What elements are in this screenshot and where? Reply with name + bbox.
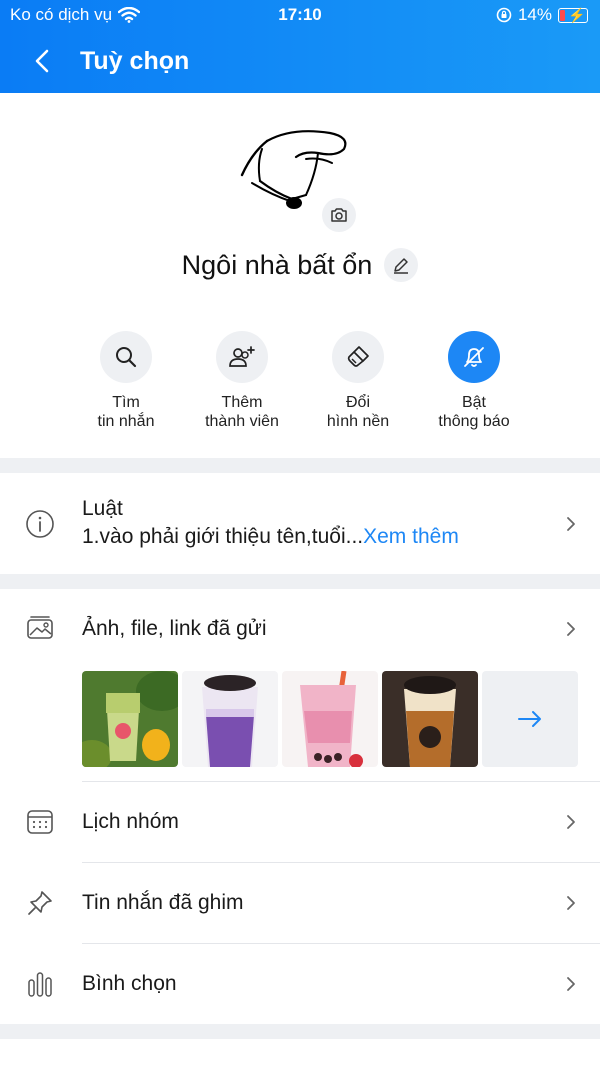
- action-add-member[interactable]: Thêm thành viên: [184, 331, 300, 431]
- taro-tea-image: [182, 671, 278, 767]
- brown-sugar-tea-image: [382, 671, 478, 767]
- media-thumbnails: [82, 671, 578, 767]
- chevron-right-icon: [567, 815, 575, 829]
- green-tea-image: [82, 671, 178, 767]
- more-media-button[interactable]: [482, 671, 578, 767]
- info-icon: [26, 510, 54, 538]
- paint-icon: [347, 346, 369, 367]
- pinned-label: Tin nhắn đã ghim: [82, 891, 244, 914]
- poll-label: Bình chọn: [82, 972, 177, 995]
- chevron-right-icon: [567, 977, 575, 991]
- action-notifications[interactable]: Bật thông báo: [416, 331, 532, 431]
- change-avatar-button[interactable]: [322, 198, 356, 232]
- bell-off-icon: [464, 347, 484, 367]
- header-bar: Ko có dịch vụ 17:10 14% ⚡ Tuỳ chọn: [0, 0, 600, 93]
- chevron-right-icon[interactable]: [564, 619, 578, 639]
- action-change-wallpaper[interactable]: Đổi hình nền: [300, 331, 416, 431]
- group-profile: Ngôi nhà bất ổn Tìm tin nhắn Thêm thành …: [0, 93, 600, 458]
- media-thumbnail[interactable]: [282, 671, 378, 767]
- next-section-row: [0, 1039, 600, 1067]
- chevron-right-icon: [567, 517, 575, 531]
- rules-row[interactable]: Luật 1.vào phải giới thiệu tên,tuổi...Xe…: [0, 473, 600, 574]
- strawberry-tea-image: [282, 671, 378, 767]
- image-gallery-icon: [27, 616, 53, 639]
- pin-icon: [28, 891, 52, 915]
- section-gap: [0, 1024, 600, 1039]
- battery-percent: 14%: [517, 5, 552, 24]
- media-row: Ảnh, file, link đã gửi: [0, 589, 600, 781]
- add-member-icon: [229, 346, 255, 367]
- media-label[interactable]: Ảnh, file, link đã gửi: [82, 617, 267, 641]
- section-gap: [0, 458, 600, 473]
- edit-name-button[interactable]: [384, 248, 419, 282]
- pinned-messages-row[interactable]: Tin nhắn đã ghim: [0, 863, 600, 943]
- calendar-row[interactable]: Lịch nhóm: [0, 782, 600, 862]
- calendar-icon: [27, 810, 53, 834]
- chevron-right-icon: [567, 896, 575, 910]
- media-thumbnail[interactable]: [82, 671, 178, 767]
- rules-text: 1.vào phải giới thiệu tên,tuổi...: [82, 525, 364, 548]
- quick-actions: Tìm tin nhắn Thêm thành viên Đổi hình nề…: [68, 331, 532, 431]
- back-icon[interactable]: [28, 46, 58, 76]
- rules-title: Luật: [82, 497, 123, 520]
- poll-row[interactable]: Bình chọn: [0, 944, 600, 1024]
- poll-icon: [28, 972, 52, 997]
- media-thumbnail[interactable]: [182, 671, 278, 767]
- section-gap: [0, 574, 600, 589]
- search-icon: [116, 347, 137, 368]
- media-thumbnail[interactable]: [382, 671, 478, 767]
- calendar-label: Lịch nhóm: [82, 810, 179, 833]
- orientation-lock-icon: [496, 7, 512, 23]
- see-more-link[interactable]: Xem thêm: [363, 525, 459, 548]
- pencil-icon: [394, 258, 409, 274]
- camera-icon: [331, 208, 347, 222]
- action-search[interactable]: Tìm tin nhắn: [68, 331, 184, 431]
- battery-icon: ⚡: [558, 7, 588, 23]
- arrow-right-icon: [518, 711, 541, 727]
- group-name: Ngôi nhà bất ổn: [181, 249, 373, 280]
- status-bar: Ko có dịch vụ 17:10 14% ⚡: [0, 0, 600, 32]
- page-title: Tuỳ chọn: [80, 47, 190, 75]
